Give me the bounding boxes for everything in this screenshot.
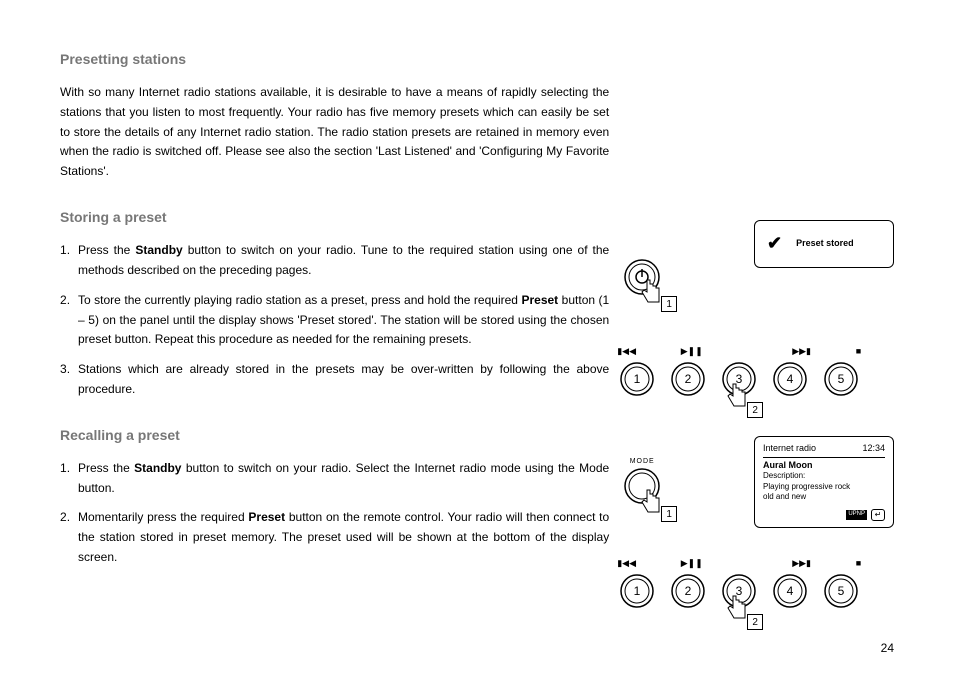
preset-button-4: 4 xyxy=(772,573,808,609)
svg-text:5: 5 xyxy=(838,584,845,598)
recalling-steps: Press the Standby button to switch on yo… xyxy=(60,459,609,568)
screen2-desc-2: old and new xyxy=(763,492,885,502)
prev-track-icon: ▮◀◀ xyxy=(617,346,636,357)
illustration-column: ✔ Preset stored xyxy=(629,48,894,590)
preset-button-2: 2 xyxy=(670,361,706,397)
manual-page: GB Presetting stations With so many Inte… xyxy=(0,0,954,673)
page-number: 24 xyxy=(881,641,894,655)
svg-text:4: 4 xyxy=(787,372,794,386)
intro-paragraph: With so many Internet radio stations ava… xyxy=(60,83,609,182)
recalling-step-1: Press the Standby button to switch on yo… xyxy=(60,459,609,499)
recalling-step-2: Momentarily press the required Preset bu… xyxy=(60,508,609,567)
prev-track-icon: ▮◀◀ xyxy=(617,558,636,569)
transport-symbols-b: ▮◀◀ ▶❚❚ ▶▶▮ ■ xyxy=(609,558,869,573)
preset-button-5: 5 xyxy=(823,361,859,397)
callout-2: 2 xyxy=(747,402,763,418)
next-track-icon: ▶▶▮ xyxy=(792,558,811,569)
svg-text:2: 2 xyxy=(685,372,692,386)
svg-text:2: 2 xyxy=(685,584,692,598)
stop-icon: ■ xyxy=(856,346,861,357)
svg-text:1: 1 xyxy=(634,372,641,386)
content-columns: Presetting stations With so many Interne… xyxy=(60,48,894,590)
return-icon: ↵ xyxy=(871,509,885,521)
heading-presetting: Presetting stations xyxy=(60,48,609,71)
display-now-playing: Internet radio 12:34 Aural Moon Descript… xyxy=(754,436,894,528)
storing-step-2: To store the currently playing radio sta… xyxy=(60,291,609,350)
play-pause-icon: ▶❚❚ xyxy=(681,346,703,357)
screen2-mode: Internet radio xyxy=(763,443,816,455)
stop-icon: ■ xyxy=(856,558,861,569)
svg-text:5: 5 xyxy=(838,372,845,386)
preset-button-4: 4 xyxy=(772,361,808,397)
play-pause-icon: ▶❚❚ xyxy=(681,558,703,569)
mode-button-illustration: MODE 1 xyxy=(623,458,661,510)
screen2-desc-1: Playing progressive rock xyxy=(763,482,885,492)
callout-2: 2 xyxy=(747,614,763,630)
callout-1: 1 xyxy=(661,296,677,312)
screen2-clock: 12:34 xyxy=(862,443,885,455)
preset-row-b: ▮◀◀ ▶❚❚ ▶▶▮ ■ 1 2 3 4 5 xyxy=(609,558,869,609)
callout-1: 1 xyxy=(661,506,677,522)
storing-step-3: Stations which are already stored in the… xyxy=(60,360,609,400)
storing-step-1: Press the Standby button to switch on yo… xyxy=(60,241,609,281)
screen2-desc-label: Description: xyxy=(763,471,885,481)
text-column: Presetting stations With so many Interne… xyxy=(60,48,609,590)
heading-storing: Storing a preset xyxy=(60,206,609,229)
svg-text:1: 1 xyxy=(634,584,641,598)
upnp-badge: UPNP xyxy=(846,510,867,520)
next-track-icon: ▶▶▮ xyxy=(792,346,811,357)
preset-button-1: 1 xyxy=(619,361,655,397)
preset-button-1: 1 xyxy=(619,573,655,609)
preset-button-2: 2 xyxy=(670,573,706,609)
svg-text:4: 4 xyxy=(787,584,794,598)
check-icon: ✔ xyxy=(767,232,782,255)
preset-button-5: 5 xyxy=(823,573,859,609)
preset-row-a: ▮◀◀ ▶❚❚ ▶▶▮ ■ 1 2 3 4 5 xyxy=(609,346,869,397)
display-preset-stored: ✔ Preset stored xyxy=(754,220,894,268)
standby-button-illustration-a: 1 xyxy=(623,258,661,301)
heading-recalling: Recalling a preset xyxy=(60,424,609,447)
storing-steps: Press the Standby button to switch on yo… xyxy=(60,241,609,400)
screen2-station: Aural Moon xyxy=(763,460,885,472)
mode-label: MODE xyxy=(623,458,661,465)
preset-stored-label: Preset stored xyxy=(796,238,854,250)
transport-symbols-a: ▮◀◀ ▶❚❚ ▶▶▮ ■ xyxy=(609,346,869,361)
